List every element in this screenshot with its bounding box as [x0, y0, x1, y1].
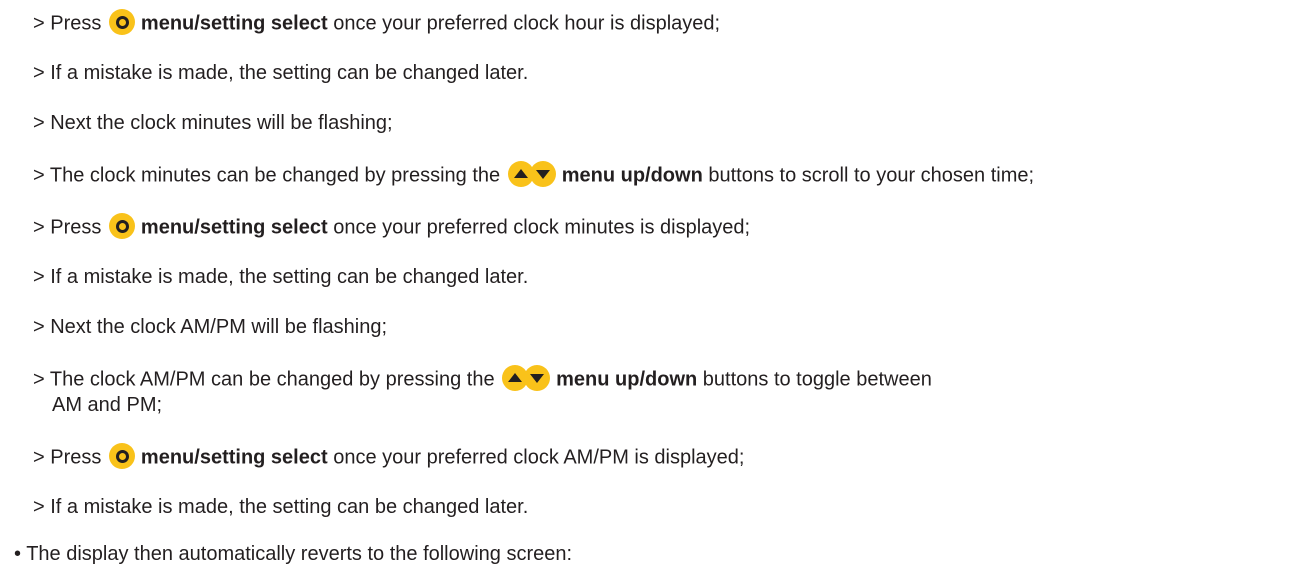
- line-bold: menu/setting select: [140, 216, 328, 239]
- instruction-line: > Press menu/setting select once your pr…: [33, 443, 745, 471]
- select-button-icon: [108, 443, 135, 469]
- instruction-line: > If a mistake is made, the setting can …: [33, 62, 529, 84]
- line-prefix: > Press: [33, 446, 107, 469]
- up-down-buttons-icon: [507, 161, 556, 187]
- bullet-line: • The display then automatically reverts…: [14, 543, 573, 565]
- line-prefix: > The clock AM/PM can be changed by pres…: [33, 368, 501, 391]
- up-down-buttons-icon: [502, 365, 551, 391]
- line-prefix: > The clock minutes can be changed by pr…: [33, 164, 506, 187]
- select-button-icon: [108, 9, 135, 35]
- line-prefix: > Press: [33, 12, 107, 35]
- line-suffix: once your preferred clock minutes is dis…: [327, 216, 751, 239]
- line-prefix: > Press: [33, 216, 107, 239]
- select-button-icon: [108, 213, 135, 239]
- instruction-line: > Next the clock AM/PM will be flashing;: [33, 316, 388, 338]
- instruction-line: > The clock AM/PM can be changed by pres…: [33, 365, 932, 393]
- instruction-line: > The clock minutes can be changed by pr…: [33, 161, 1035, 189]
- instruction-line: > Press menu/setting select once your pr…: [33, 213, 751, 241]
- line-suffix: once your preferred clock hour is displa…: [327, 12, 721, 35]
- instruction-line: > If a mistake is made, the setting can …: [33, 266, 529, 288]
- line-bold: menu up/down: [556, 368, 698, 391]
- line-bold: menu/setting select: [140, 446, 328, 469]
- instruction-line: > If a mistake is made, the setting can …: [33, 496, 529, 518]
- instruction-line: > Press menu/setting select once your pr…: [33, 9, 721, 37]
- line-bold: menu up/down: [561, 164, 703, 187]
- instruction-line-continuation: AM and PM;: [52, 394, 163, 416]
- line-suffix: buttons to scroll to your chosen time;: [702, 164, 1035, 187]
- line-suffix: buttons to toggle between: [697, 368, 932, 391]
- line-suffix: once your preferred clock AM/PM is displ…: [327, 446, 745, 469]
- instruction-line: > Next the clock minutes will be flashin…: [33, 112, 393, 134]
- line-bold: menu/setting select: [140, 12, 328, 35]
